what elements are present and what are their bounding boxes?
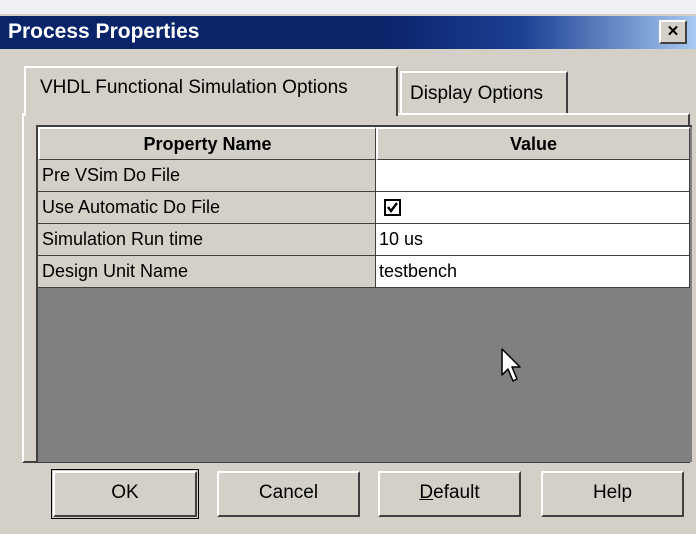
close-button[interactable]: ✕	[659, 20, 687, 44]
property-name-use-automatic-do-file[interactable]: Use Automatic Do File	[38, 192, 376, 224]
use-automatic-do-file-checkbox[interactable]	[384, 199, 401, 216]
property-name-simulation-run-time[interactable]: Simulation Run time	[38, 224, 376, 256]
ok-button[interactable]: OK	[53, 471, 197, 517]
help-button[interactable]: Help	[541, 471, 684, 517]
title-bar[interactable]: Process Properties ✕	[0, 16, 696, 49]
column-header-property-name[interactable]: Property Name	[38, 127, 376, 160]
process-properties-dialog: Process Properties ✕ VHDL Functional Sim…	[0, 14, 696, 534]
desktop-strip	[0, 0, 696, 14]
property-name-design-unit-name[interactable]: Design Unit Name	[38, 256, 376, 288]
default-button[interactable]: Default	[378, 471, 521, 517]
property-value-design-unit-name[interactable]: testbench	[376, 256, 690, 288]
property-name-pre-vsim-do-file[interactable]: Pre VSim Do File	[38, 160, 376, 192]
checkmark-icon	[387, 202, 398, 213]
property-value-use-automatic-do-file	[376, 192, 690, 224]
arrow-cursor-icon	[501, 348, 525, 389]
tab-label: VHDL Functional Simulation Options	[40, 77, 348, 98]
default-button-mnemonic: D	[419, 482, 434, 503]
tab-display-options[interactable]: Display Options	[400, 71, 568, 115]
cancel-button-label: Cancel	[258, 482, 319, 503]
tab-label: Display Options	[410, 83, 544, 104]
tab-vhdl-functional-simulation-options[interactable]: VHDL Functional Simulation Options	[24, 66, 398, 116]
cancel-button[interactable]: Cancel	[217, 471, 360, 517]
property-grid: Property Name Value Pre VSim Do File Use…	[36, 125, 692, 462]
close-icon: ✕	[666, 23, 680, 40]
default-button-label: efault	[433, 482, 480, 503]
column-header-value[interactable]: Value	[376, 127, 690, 160]
property-value-pre-vsim-do-file[interactable]	[376, 160, 690, 192]
help-button-label: Help	[592, 482, 633, 503]
window-title: Process Properties	[8, 20, 200, 43]
ok-button-label: OK	[111, 482, 139, 503]
property-value-simulation-run-time[interactable]: 10 us	[376, 224, 690, 256]
